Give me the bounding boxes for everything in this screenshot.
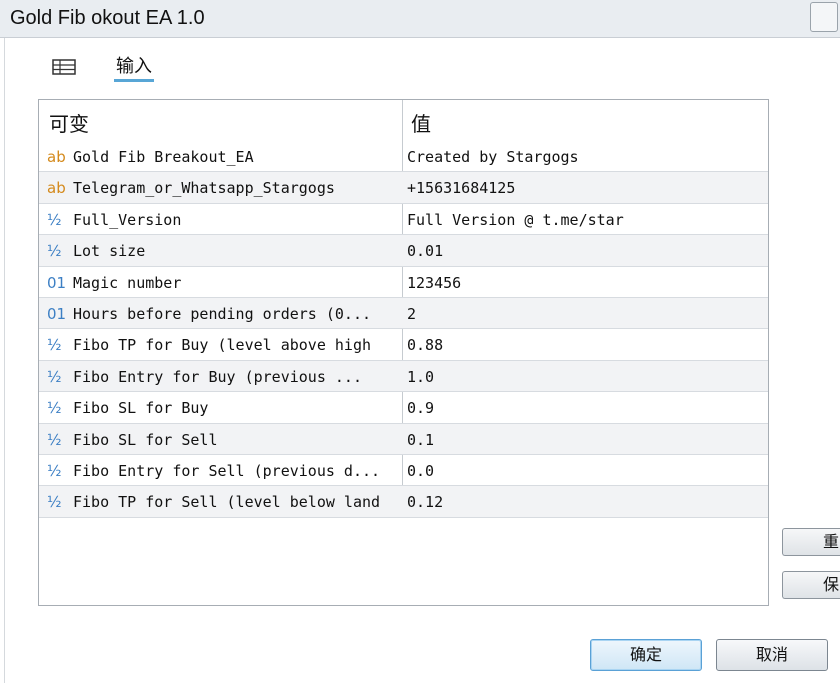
- ok-button[interactable]: 确定: [590, 639, 702, 671]
- row-name: Hours before pending orders (0...: [73, 304, 372, 323]
- row-value[interactable]: 0.0: [407, 461, 763, 483]
- row-value[interactable]: Created by Stargogs: [407, 147, 763, 169]
- table-row[interactable]: 01 Hours before pending orders (0... 2: [39, 297, 768, 330]
- row-value[interactable]: 0.88: [407, 335, 763, 357]
- table-header: 可变 值: [39, 100, 768, 142]
- integer-type-icon: 01: [47, 273, 67, 292]
- double-type-icon: ½: [47, 367, 62, 386]
- double-type-icon: ½: [47, 399, 62, 418]
- double-type-icon: ½: [47, 210, 62, 229]
- table-row[interactable]: ½ Fibo Entry for Buy (previous ... 1.0: [39, 360, 768, 393]
- double-type-icon: ½: [47, 242, 62, 261]
- close-button[interactable]: [810, 2, 838, 32]
- header-variable[interactable]: 可变: [49, 108, 89, 137]
- row-name: Gold Fib Breakout_EA: [73, 148, 254, 166]
- row-name: Full_Version: [73, 210, 182, 229]
- row-value[interactable]: 123456: [407, 273, 763, 295]
- row-value[interactable]: 0.1: [407, 430, 763, 452]
- string-type-icon: ab: [47, 179, 66, 198]
- table-row[interactable]: ½ Full_Version Full Version @ t.me/star: [39, 204, 768, 236]
- window-title: Gold Fib okout EA 1.0: [10, 7, 205, 29]
- active-tab-indicator: [114, 79, 154, 82]
- double-type-icon: ½: [47, 430, 62, 449]
- cancel-button[interactable]: 取消: [716, 639, 828, 671]
- title-bar: Gold Fib okout EA 1.0: [0, 0, 840, 38]
- row-name: Fibo TP for Sell (level below land: [73, 493, 381, 512]
- row-name: Magic number: [73, 273, 182, 292]
- row-name: Telegram_or_Whatsapp_Stargogs: [73, 179, 335, 198]
- double-type-icon: ½: [47, 336, 62, 355]
- string-type-icon: ab: [47, 148, 66, 166]
- inputs-table: 可变 值 ab Gold Fib Breakout_EA Created by …: [38, 99, 769, 606]
- table-rows: ab Gold Fib Breakout_EA Created by Starg…: [39, 141, 768, 518]
- tab-inputs[interactable]: 输入: [116, 52, 152, 78]
- header-value[interactable]: 值: [411, 108, 431, 137]
- row-name: Lot size: [73, 242, 146, 261]
- table-row[interactable]: ½ Fibo TP for Buy (level above high 0.88: [39, 329, 768, 361]
- row-value[interactable]: +15631684125: [407, 178, 763, 200]
- row-name: Fibo TP for Buy (level above high: [73, 336, 372, 355]
- row-value[interactable]: 0.12: [407, 492, 763, 514]
- table-row[interactable]: ½ Fibo SL for Sell 0.1: [39, 423, 768, 455]
- integer-type-icon: 01: [47, 304, 67, 323]
- row-value[interactable]: 1.0: [407, 367, 763, 389]
- table-row[interactable]: ab Telegram_or_Whatsapp_Stargogs +156316…: [39, 172, 768, 204]
- row-name: Fibo SL for Sell: [73, 430, 218, 449]
- table-row[interactable]: ½ Fibo Entry for Sell (previous d... 0.0: [39, 455, 768, 487]
- row-value[interactable]: Full Version @ t.me/star: [407, 210, 763, 232]
- table-row[interactable]: ½ Fibo SL for Buy 0.9: [39, 392, 768, 424]
- row-value[interactable]: 0.01: [407, 241, 763, 263]
- row-name: Fibo Entry for Sell (previous d...: [73, 461, 381, 480]
- save-button[interactable]: 保: [782, 571, 840, 599]
- tab-strip: 输入: [40, 52, 340, 84]
- table-row[interactable]: ½ Fibo TP for Sell (level below land 0.1…: [39, 486, 768, 518]
- reset-button[interactable]: 重: [782, 528, 840, 556]
- window-edge: [4, 38, 5, 683]
- table-row[interactable]: ½ Lot size 0.01: [39, 235, 768, 267]
- settings-grid-icon[interactable]: [52, 58, 76, 76]
- table-row[interactable]: 01 Magic number 123456: [39, 267, 768, 298]
- table-row[interactable]: ab Gold Fib Breakout_EA Created by Starg…: [39, 141, 768, 173]
- row-value[interactable]: 2: [407, 304, 763, 326]
- row-name: Fibo SL for Buy: [73, 399, 209, 418]
- double-type-icon: ½: [47, 461, 62, 480]
- double-type-icon: ½: [47, 493, 62, 512]
- row-name: Fibo Entry for Buy (previous ...: [73, 367, 362, 386]
- row-value[interactable]: 0.9: [407, 398, 763, 420]
